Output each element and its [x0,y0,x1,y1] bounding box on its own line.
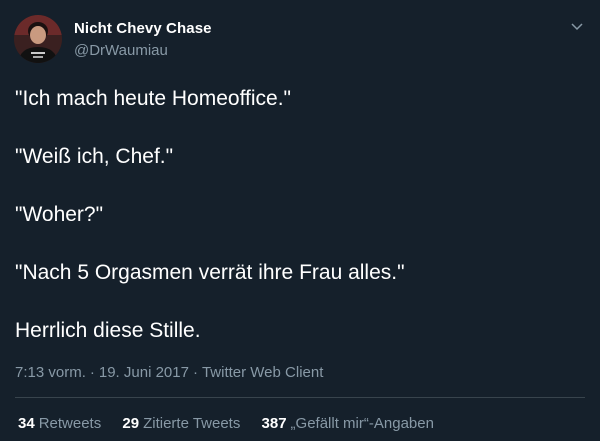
likes-label: „Gefällt mir“-Angaben [290,415,434,432]
avatar-image [14,15,62,63]
likes-stat[interactable]: 387 „Gefällt mir“-Angaben [262,415,434,432]
quote-tweets-stat[interactable]: 29 Zitierte Tweets [122,415,240,432]
divider [15,397,585,398]
likes-count: 387 [261,415,287,432]
tweet-date-link[interactable]: 19. Juni 2017 [99,364,189,381]
tweet-text-line: Herrlich diese Stille. [15,319,201,342]
tweet-meta: 7:13 vorm. · 19. Juni 2017 · Twitter Web Cli… [15,364,323,381]
user-handle[interactable]: @DrWaumiau [74,42,168,59]
quote-tweets-label: Zitierte Tweets [143,415,241,432]
tweet-card: Nicht Chevy Chase @DrWaumiau "Ich mach h… [0,0,600,441]
tweet-client-link[interactable]: Twitter Web Client [202,364,323,381]
meta-separator: · [89,364,95,381]
tweet-time-link[interactable]: 7:13 vorm. [15,364,86,381]
chevron-down-icon[interactable] [568,18,586,36]
tweet-text-line: "Woher?" [15,203,104,226]
tweet-text-line: "Nach 5 Orgasmen verrät ihre Frau alles.… [15,261,405,284]
tweet-text-line: "Weiß ich, Chef." [15,145,174,168]
retweets-stat[interactable]: 34 Retweets [18,415,101,432]
avatar[interactable] [14,15,62,63]
meta-separator: · [192,364,198,381]
quote-tweets-count: 29 [122,415,140,432]
display-name[interactable]: Nicht Chevy Chase [74,20,212,37]
retweets-count: 34 [18,415,35,432]
tweet-stats: 34 Retweets 29 Zitierte Tweets 387 „Gefällt… [18,415,451,432]
tweet-text-line: "Ich mach heute Homeoffice." [15,87,291,110]
retweets-label: Retweets [38,415,102,432]
